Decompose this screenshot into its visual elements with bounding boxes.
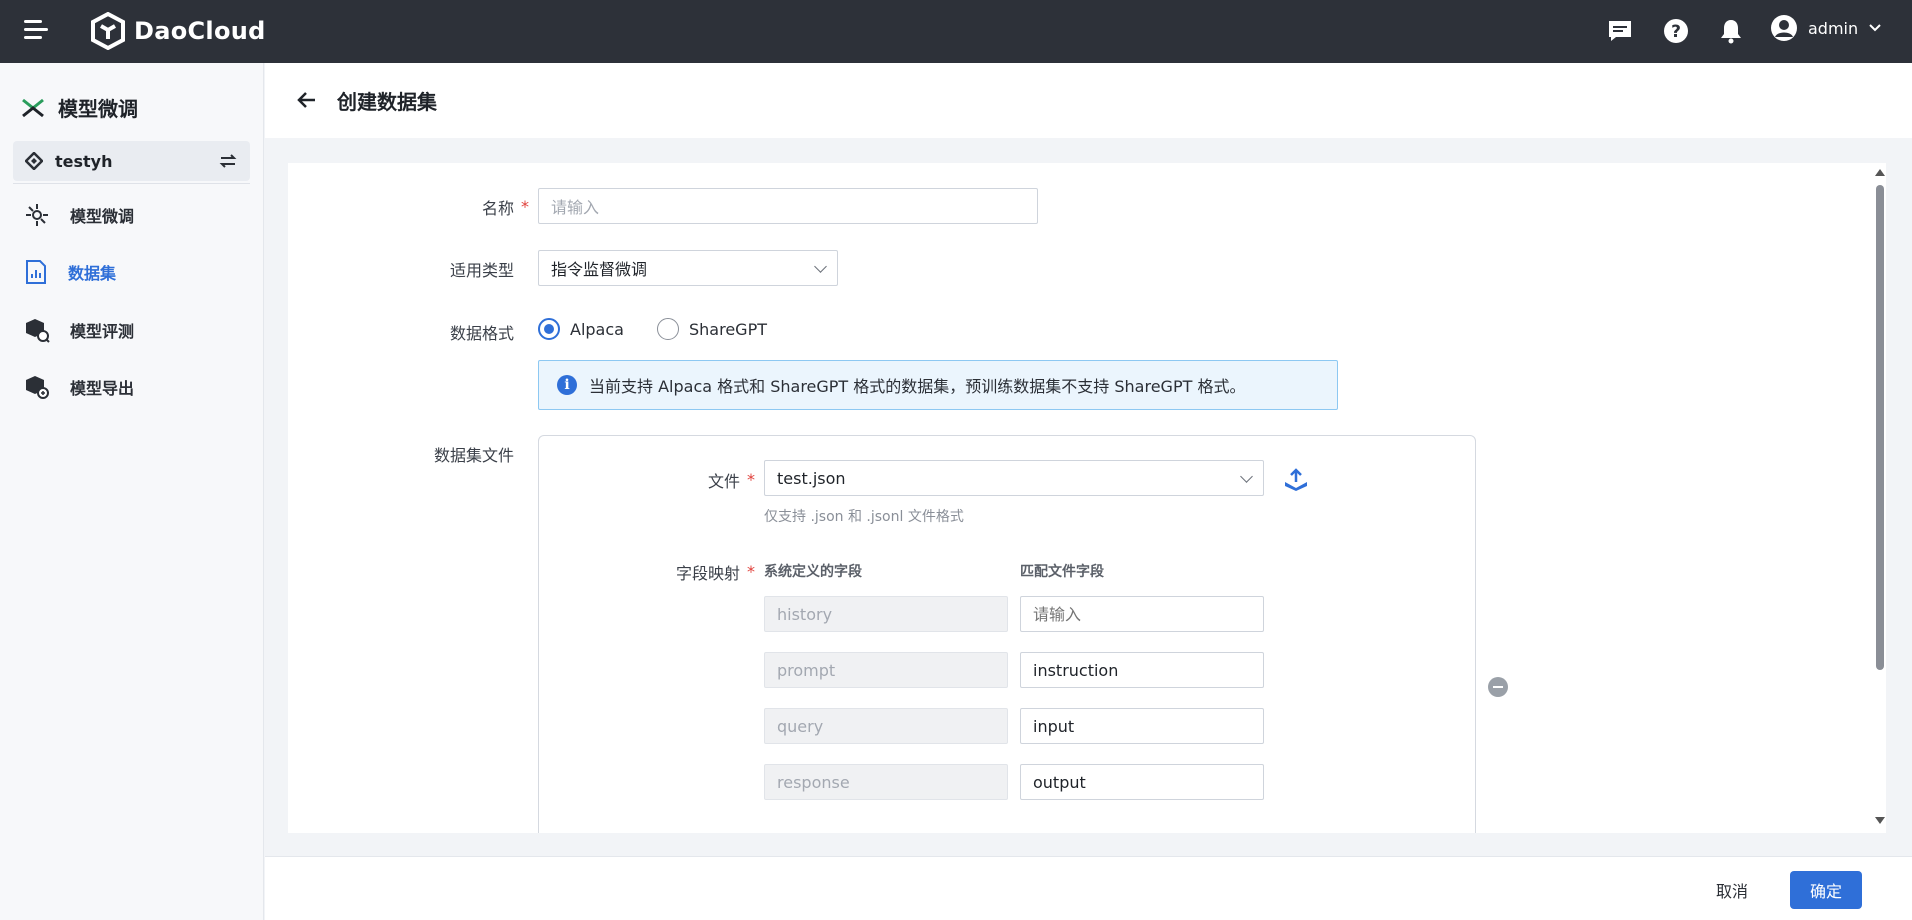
chevron-down-icon <box>814 260 827 273</box>
system-field: response <box>764 764 1008 800</box>
file-select-value: test.json <box>777 468 846 488</box>
remove-icon[interactable] <box>1488 677 1508 697</box>
bell-icon[interactable] <box>1716 16 1746 46</box>
menu-icon[interactable] <box>24 20 50 42</box>
svg-text:?: ? <box>1671 22 1681 42</box>
required-mark: * <box>747 562 755 581</box>
file-hint: 仅支持 .json 和 .jsonl 文件格式 <box>764 509 964 525</box>
dataset-file-label: 数据集文件 <box>433 446 514 465</box>
workspace-icon <box>25 152 43 170</box>
switch-icon[interactable] <box>218 152 238 170</box>
info-icon: i <box>557 375 577 395</box>
format-notice-text: 当前支持 Alpaca 格式和 ShareGPT 格式的数据集，预训练数据集不支… <box>589 377 1246 396</box>
system-field: history <box>764 596 1008 632</box>
upload-icon[interactable] <box>1283 468 1309 492</box>
type-select[interactable]: 指令监督微调 <box>538 250 838 286</box>
match-field-input[interactable]: output <box>1020 764 1264 800</box>
sidebar: 模型微调 testyh 模型微调 数据集 模型评测 模型导出 <box>0 63 264 920</box>
user-menu[interactable]: admin <box>1770 14 1882 42</box>
finetune-app-icon <box>22 98 44 117</box>
dataset-icon <box>26 260 46 284</box>
scroll-thumb[interactable] <box>1876 185 1884 670</box>
file-label: 文件 <box>707 472 740 491</box>
match-field-input[interactable] <box>1020 596 1264 632</box>
export-icon <box>26 376 49 399</box>
name-label: 名称 <box>481 199 514 218</box>
col-system-header: 系统定义的字段 <box>764 564 862 580</box>
required-mark: * <box>747 470 755 489</box>
radio-sharegpt[interactable]: ShareGPT <box>657 318 767 340</box>
format-label: 数据格式 <box>449 324 514 343</box>
confirm-button[interactable]: 确定 <box>1790 871 1862 909</box>
match-field-input[interactable]: input <box>1020 708 1264 744</box>
sidebar-item-evaluate[interactable]: 模型评测 <box>0 308 264 352</box>
content-bottom-gutter <box>265 833 1912 856</box>
radio-unchecked-icon <box>657 318 679 340</box>
sidebar-title: 模型微调 <box>20 93 138 122</box>
sidebar-divider <box>13 183 250 184</box>
sidebar-item-export[interactable]: 模型导出 <box>0 365 264 409</box>
message-icon[interactable] <box>1605 16 1635 46</box>
file-select[interactable]: test.json <box>764 460 1264 496</box>
workspace-name: testyh <box>55 151 113 171</box>
scroll-down-arrow-icon[interactable] <box>1875 817 1885 824</box>
radio-checked-icon <box>538 318 560 340</box>
mapping-label: 字段映射 <box>675 564 740 583</box>
system-field: query <box>764 708 1008 744</box>
back-arrow-icon[interactable] <box>295 88 319 112</box>
workspace-switcher[interactable]: testyh <box>13 141 250 181</box>
required-mark: * <box>521 197 529 216</box>
footer: 取消 确定 <box>265 856 1912 920</box>
type-label: 适用类型 <box>449 261 514 280</box>
evaluate-icon <box>26 319 50 343</box>
scrollbar[interactable] <box>1873 163 1886 833</box>
col-match-header: 匹配文件字段 <box>1020 564 1104 580</box>
match-field-input[interactable]: instruction <box>1020 652 1264 688</box>
system-field: prompt <box>764 652 1008 688</box>
sidebar-item-dataset[interactable]: 数据集 <box>0 250 264 294</box>
help-icon[interactable]: ? <box>1661 16 1691 46</box>
scroll-up-arrow-icon[interactable] <box>1875 169 1885 176</box>
chevron-down-icon <box>1869 24 1881 32</box>
format-notice: i 当前支持 Alpaca 格式和 ShareGPT 格式的数据集，预训练数据集… <box>538 360 1338 410</box>
sidebar-item-finetune[interactable]: 模型微调 <box>0 193 264 237</box>
page-header: 创建数据集 <box>265 63 1912 138</box>
radio-alpaca[interactable]: Alpaca <box>538 318 624 340</box>
page-title: 创建数据集 <box>337 90 437 114</box>
daocloud-logo-icon <box>91 12 125 50</box>
type-select-value: 指令监督微调 <box>551 260 648 279</box>
top-bar: DaoCloud ? admin <box>0 0 1912 63</box>
user-avatar-icon <box>1771 15 1797 41</box>
name-input[interactable]: 请输入 <box>538 188 1038 224</box>
finetune-icon <box>26 204 48 226</box>
brand-logo[interactable]: DaoCloud <box>90 12 266 50</box>
radio-alpaca-label: Alpaca <box>570 319 624 339</box>
radio-sharegpt-label: ShareGPT <box>689 319 767 339</box>
chevron-down-icon <box>1240 470 1253 483</box>
brand-name: DaoCloud <box>134 17 266 45</box>
username: admin <box>1808 18 1859 38</box>
cancel-button[interactable]: 取消 <box>1700 872 1764 908</box>
